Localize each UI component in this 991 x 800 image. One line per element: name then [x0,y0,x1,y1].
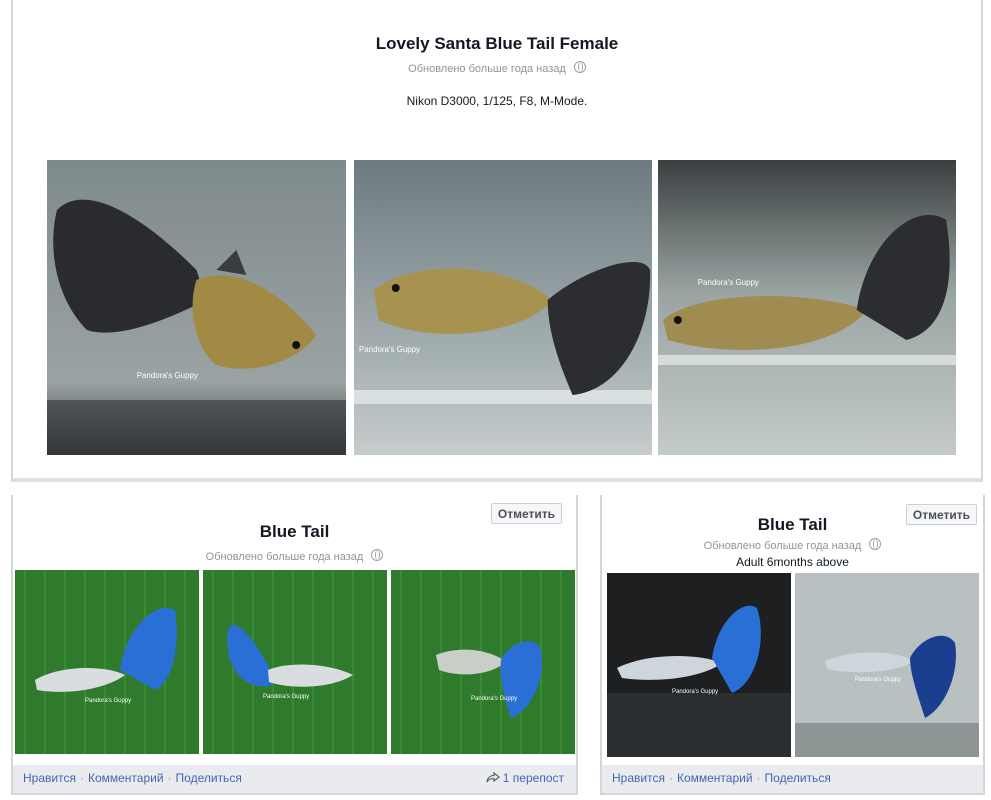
album-photo[interactable]: Pandora's Guppy [47,160,346,455]
watermark: Pandora's Guppy [855,677,901,683]
album-photo[interactable]: Pandora's Guppy [354,160,652,455]
blue-guppy-3: Pandora's Guppy [391,570,575,754]
album-card-top: Lovely Santa Blue Tail Female Обновлено … [11,0,983,482]
watermark: Pandora's Guppy [698,278,759,287]
album-updated-text: Обновлено больше года назад [703,540,862,552]
watermark: Pandora's Guppy [672,689,718,695]
guppy-photo-3: Pandora's Guppy [658,160,956,455]
album-updated-text: Обновлено больше года назад [205,551,364,563]
share-arrow-icon [486,771,500,783]
album-updated: Обновлено больше года назад [13,549,576,563]
watermark: Pandora's Guppy [471,696,517,702]
blue-guppy-4: Pandora's Guppy [607,573,791,757]
blue-guppy-5: Pandora's Guppy [795,573,979,757]
globe-icon [573,61,586,73]
album-card-left: Отметить Blue Tail Обновлено больше года… [11,495,578,795]
separator: · [756,771,761,785]
album-photo[interactable]: Pandora's Guppy [658,160,956,455]
album-card-right: Отметить Blue Tail Обновлено больше года… [600,495,985,795]
separator: · [668,771,673,785]
blue-guppy-1: Pandora's Guppy [15,570,199,754]
album-photo[interactable]: Pandora's Guppy [203,570,387,754]
separator: · [79,771,84,785]
share-link[interactable]: Поделиться [176,771,242,785]
album-footer: Нравится · Комментарий · Поделиться 1 перепо… [13,765,576,793]
album-title[interactable]: Lovely Santa Blue Tail Female [13,34,981,54]
globe-icon [371,549,384,561]
watermark: Pandora's Guppy [263,694,309,700]
tag-button[interactable]: Отметить [490,503,562,524]
album-updated-text: Обновлено больше года назад [408,63,566,75]
album-updated: Обновлено больше года назад [13,61,981,75]
album-photo[interactable]: Pandora's Guppy [391,570,575,754]
shares-count-text: 1 перепост [502,771,564,785]
watermark: Pandora's Guppy [85,698,131,704]
shares-count[interactable]: 1 перепост [486,771,564,785]
separator: · [167,771,172,785]
album-photo[interactable]: Pandora's Guppy [795,573,979,757]
share-link[interactable]: Поделиться [765,771,831,785]
guppy-photo-1: Pandora's Guppy [47,160,346,455]
album-title[interactable]: Blue Tail [602,515,983,535]
action-links: Нравится · Комментарий · Поделиться [612,771,831,785]
blue-guppy-2: Pandora's Guppy [203,570,387,754]
album-title[interactable]: Blue Tail [13,522,576,542]
like-link[interactable]: Нравится [23,771,76,785]
action-links: Нравится · Комментарий · Поделиться [23,771,242,785]
album-description: Nikon D3000, 1/125, F8, M-Mode. [406,94,588,108]
album-photo[interactable]: Pandora's Guppy [607,573,791,757]
album-description: Adult 6months above [736,555,849,569]
watermark: Pandora's Guppy [359,345,420,354]
watermark: Pandora's Guppy [137,371,198,380]
globe-icon [869,538,882,550]
album-updated: Обновлено больше года назад [602,538,983,552]
comment-link[interactable]: Комментарий [88,771,164,785]
like-link[interactable]: Нравится [612,771,665,785]
album-photo[interactable]: Pandora's Guppy [15,570,199,754]
guppy-photo-2: Pandora's Guppy [354,160,652,455]
album-footer: Нравится · Комментарий · Поделиться [602,765,983,793]
comment-link[interactable]: Комментарий [677,771,753,785]
